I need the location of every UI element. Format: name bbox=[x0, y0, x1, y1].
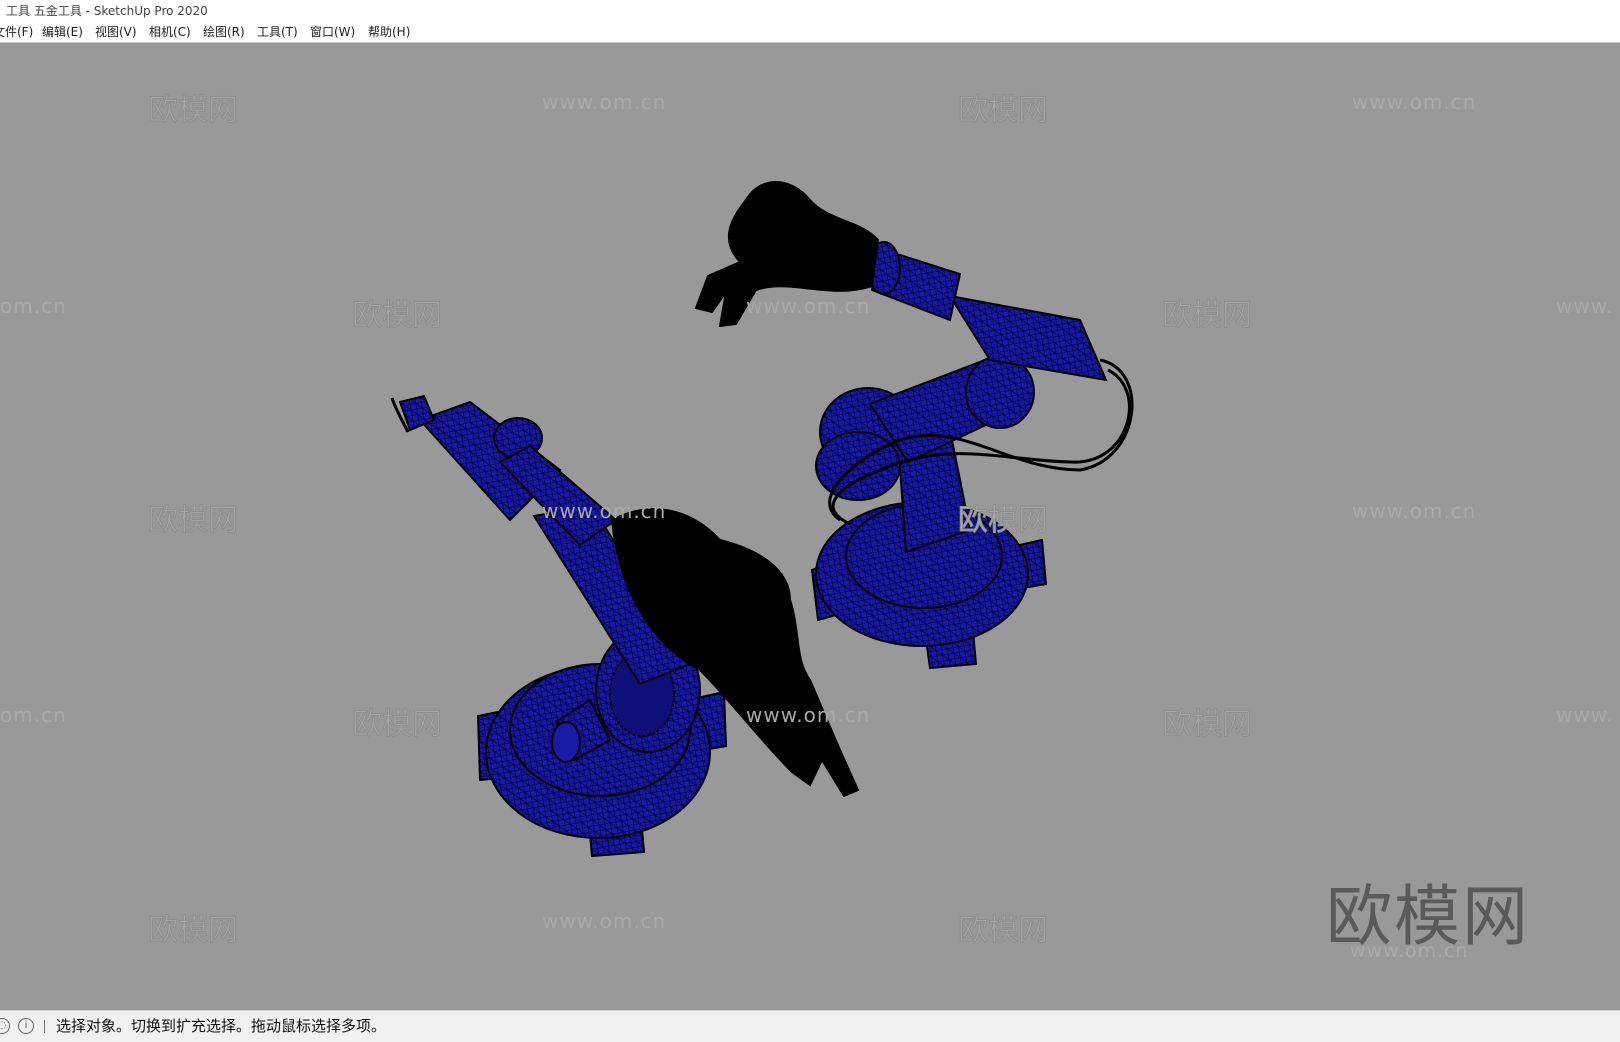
menu-window[interactable]: 窗口(W) bbox=[307, 22, 358, 42]
left-motor-cap bbox=[551, 721, 581, 763]
info-icon[interactable]: i bbox=[18, 1018, 34, 1034]
status-text: 选择对象。切换到扩充选择。拖动鼠标选择多项。 bbox=[56, 1017, 387, 1035]
title-bar: 工具 五金工具 - SketchUp Pro 2020 bbox=[0, 0, 1620, 22]
geo-icon[interactable]: ◌ bbox=[0, 1018, 10, 1034]
menu-edit[interactable]: 编辑(E) bbox=[39, 22, 86, 42]
menu-tools[interactable]: 工具(T) bbox=[254, 22, 301, 42]
watermark-big-url: www.om.cn bbox=[1350, 940, 1469, 962]
window-title: 工具 五金工具 - SketchUp Pro 2020 bbox=[6, 4, 208, 18]
menu-camera[interactable]: 相机(C) bbox=[146, 22, 194, 42]
menu-view[interactable]: 视图(V) bbox=[92, 22, 140, 42]
right-dark-gripper-arm bbox=[694, 181, 880, 328]
menu-help[interactable]: 帮助(H) bbox=[365, 22, 413, 42]
status-separator bbox=[44, 1020, 45, 1033]
status-bar: ◌ i 选择对象。切换到扩充选择。拖动鼠标选择多项。 bbox=[0, 1010, 1620, 1042]
menu-draw[interactable]: 绘图(R) bbox=[200, 22, 248, 42]
menu-bar: 文件(F) 编辑(E) 视图(V) 相机(C) 绘图(R) 工具(T) 窗口(W… bbox=[0, 22, 1620, 43]
robot-arm-left[interactable] bbox=[390, 394, 860, 858]
model-viewport[interactable]: 欧模网 www.om.cn 欧模网 www.om.cn om.cn 欧模网 ww… bbox=[0, 43, 1620, 1010]
menu-file[interactable]: 文件(F) bbox=[0, 22, 36, 42]
